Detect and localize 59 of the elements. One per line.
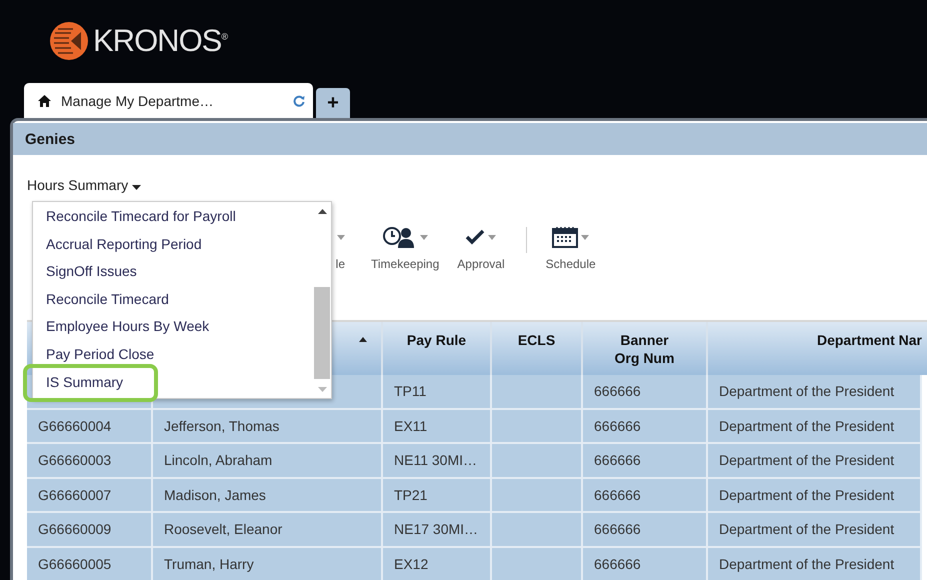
table-cell: NE17 30MI… (383, 513, 492, 548)
table-cell: Department of the President (708, 375, 922, 410)
table-cell: G66660009 (27, 513, 153, 548)
menu-item[interactable]: IS Summary (33, 368, 313, 396)
add-tab-button[interactable]: + (316, 88, 350, 118)
refresh-icon[interactable] (293, 94, 305, 106)
table-cell: Lincoln, Abraham (153, 444, 383, 478)
table-cell: NE11 30MI… (383, 444, 492, 478)
table-cell: Department of the President (708, 548, 922, 580)
column-header[interactable]: Department Nar (708, 322, 922, 375)
table-cell: TP21 (383, 478, 492, 513)
menu-item[interactable]: Accrual Reporting Period (33, 230, 313, 258)
table-cell: Madison, James (153, 478, 383, 513)
table-cell: 666666 (583, 548, 708, 580)
toolbar-button[interactable]: le (310, 225, 350, 271)
table-cell: Jefferson, Thomas (153, 410, 383, 444)
caret-icon (488, 234, 496, 240)
table-cell: Department of the President (708, 444, 922, 478)
genie-selector[interactable]: Hours Summary (27, 177, 142, 193)
table-cell: EX11 (383, 410, 492, 444)
table-cell: EX12 (383, 548, 492, 580)
menu-item[interactable]: Employee Hours By Week (33, 313, 313, 341)
checkmark-icon (465, 229, 486, 245)
clock-person-icon (382, 226, 417, 248)
table-cell: Department of the President (708, 513, 922, 548)
calendar-icon (552, 226, 578, 248)
panel-title: Genies (25, 130, 76, 148)
table-cell: Truman, Harry (153, 548, 383, 580)
table-cell: 666666 (583, 478, 708, 513)
table-cell: G66660004 (27, 410, 153, 444)
toolbar-button[interactable]: Schedule (536, 225, 605, 271)
caret-icon (420, 234, 428, 240)
menu-item[interactable]: SignOff Issues (33, 258, 313, 286)
table-cell: Department of the President (708, 478, 922, 513)
menu-item[interactable]: Reconcile Timecard for Payroll (33, 203, 313, 231)
menu-item[interactable]: Pay Period Close (33, 340, 313, 369)
toolbar-button[interactable]: Timekeeping (362, 225, 448, 271)
toolbar-button[interactable]: Approval (448, 225, 514, 271)
table-cell: G66660003 (27, 444, 153, 478)
scroll-up-icon[interactable] (318, 209, 326, 214)
table-cell: 666666 (583, 410, 708, 444)
table-cell: G66660005 (27, 548, 153, 580)
logo-icon (49, 21, 89, 61)
page-tab[interactable]: Manage My Departme… (24, 83, 313, 118)
table-cell: G66660007 (27, 478, 153, 513)
scrollbar[interactable] (313, 202, 331, 398)
logo-text: KRONOS$^{®}$ (93, 23, 227, 59)
home-icon (38, 94, 51, 106)
table-cell: Department of the President (708, 410, 922, 444)
caret-icon (581, 234, 590, 240)
caret-icon (132, 185, 142, 190)
caret-icon (337, 234, 345, 240)
table-cell: Roosevelt, Eleanor (153, 513, 383, 548)
table-cell: 666666 (583, 444, 708, 478)
menu-item[interactable]: Reconcile Timecard (33, 286, 313, 314)
table-cell: TP11 (383, 375, 492, 410)
tab-label: Manage My Departme… (61, 92, 215, 108)
table-cell: 666666 (583, 375, 708, 410)
table-cell: 666666 (583, 513, 708, 548)
